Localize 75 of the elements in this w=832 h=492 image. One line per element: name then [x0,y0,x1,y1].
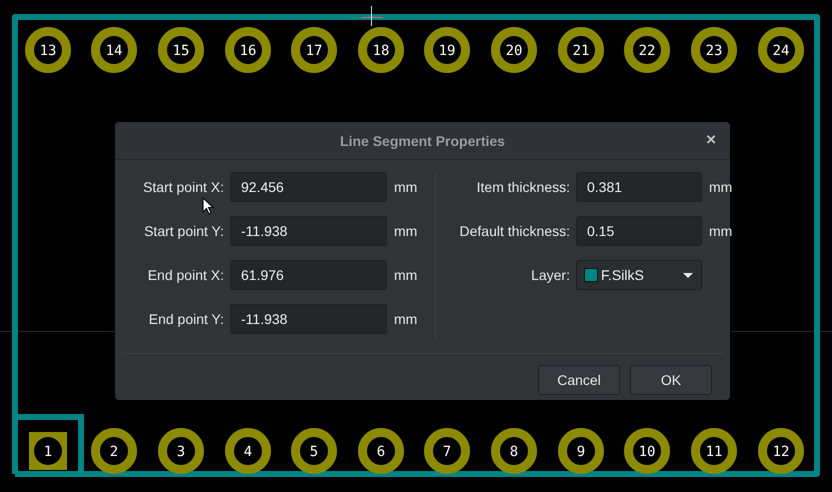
round-pad [758,27,804,73]
crosshair-icon [360,6,384,26]
close-button[interactable]: × [704,131,718,149]
unit-label: mm [393,267,418,283]
pad-number: 22 [638,43,656,59]
round-pad [291,428,337,474]
unit-label: mm [708,179,734,195]
input-field[interactable]: 61.976 [230,260,387,290]
round-pad [424,27,470,73]
pad-number: 20 [506,43,522,59]
round-pad [491,428,537,474]
field-label: Default thickness: [458,223,570,239]
round-pad [91,428,137,474]
pad-number: 10 [638,444,656,460]
input-field[interactable]: -11.938 [230,216,387,246]
layer-dropdown[interactable]: F.SilkS [576,260,702,290]
pad-number: 5 [310,444,318,460]
round-pad [491,27,537,73]
round-pad [558,27,604,73]
field-label: Item thickness: [476,179,570,195]
round-pad [624,428,670,474]
unit-label: mm [393,311,418,327]
field-label: Start point Y: [143,223,224,239]
pad-number: 18 [372,43,390,59]
pad-number: 16 [240,43,256,59]
input-field[interactable]: 92.456 [230,172,387,202]
mouse-pointer-icon [202,197,214,215]
round-pad [624,27,670,73]
pad-number: 11 [706,444,722,460]
pad-number: 23 [706,43,722,59]
input-field[interactable]: 0.381 [576,172,702,202]
round-pad [225,428,271,474]
field-label: Start point X: [142,179,224,195]
dialog-button[interactable]: OK [630,365,712,395]
round-pad [358,428,404,474]
unit-label: mm [393,179,418,195]
pad-number: 13 [40,43,56,59]
round-pad [25,27,71,73]
pad-number: 19 [438,43,456,59]
pad-number: 3 [176,444,186,460]
pad-number: 2 [110,444,118,460]
dialog-title: Line Segment Properties [340,132,505,148]
pad-outline [15,414,84,474]
pad-number: 21 [572,43,590,59]
round-pad [225,27,271,73]
field-label: End point Y: [148,311,224,327]
pad-number: 7 [442,444,452,460]
pad-number: 6 [376,444,386,460]
round-pad [358,27,404,73]
pad-number: 1 [44,444,52,460]
round-pad [558,428,604,474]
field-label: End point X: [146,267,224,283]
pad-number: 12 [772,444,790,460]
pad-number: 15 [172,43,190,59]
round-pad [291,27,337,73]
pad-number: 14 [106,43,122,59]
field-label: Layer: [530,267,570,283]
round-pad [424,428,470,474]
pad-number: 17 [306,43,322,59]
pad-number: 8 [510,444,518,460]
round-pad [158,428,204,474]
pad-number: 24 [772,43,790,59]
input-field[interactable]: -11.938 [230,304,387,334]
pad-number: 9 [576,444,586,460]
unit-label: mm [708,223,734,239]
round-pad [691,27,737,73]
round-pad [158,27,204,73]
round-pad [691,428,737,474]
round-pad [758,428,804,474]
unit-label: mm [393,223,418,239]
round-pad [91,27,137,73]
pad-number: 4 [244,444,252,460]
dialog-button[interactable]: Cancel [538,365,620,395]
input-field[interactable]: 0.15 [576,216,702,246]
dropdown-caret-icon [683,272,693,278]
